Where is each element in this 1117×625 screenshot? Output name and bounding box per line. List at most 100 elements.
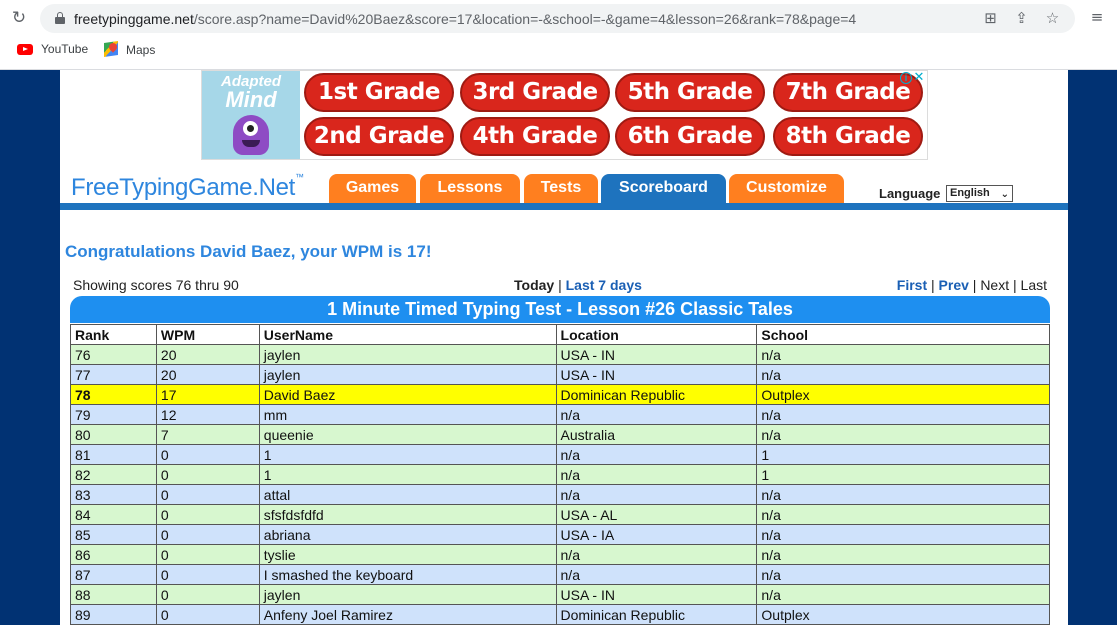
grade-button-2nd[interactable]: 2nd Grade	[304, 117, 454, 156]
pager-first-link[interactable]: First	[897, 277, 927, 293]
ad-close-icon[interactable]: ✕	[913, 71, 925, 84]
tab-tests[interactable]: Tests	[524, 174, 598, 203]
url-path: /score.asp?name=David%20Baez&score=17&lo…	[193, 11, 857, 27]
pagination: First | Prev | Next | Last	[897, 277, 1047, 293]
cell-school: n/a	[756, 524, 1050, 545]
cell-school: n/a	[756, 564, 1050, 585]
table-row: 88 0 jaylen USA - IN n/a	[70, 584, 1050, 605]
cell-location: n/a	[555, 564, 758, 585]
table-row: 81 0 1 n/a 1	[70, 444, 1050, 465]
grade-button-3rd[interactable]: 3rd Grade	[460, 73, 610, 112]
browser-chrome: ↻ freetypinggame.net/score.asp?name=Davi…	[0, 0, 1117, 70]
lock-icon[interactable]	[55, 12, 65, 24]
pager-next[interactable]: Next	[980, 277, 1009, 293]
cell-location: USA - IN	[555, 344, 758, 365]
cell-wpm: 17	[155, 384, 260, 405]
scores-table: Rank WPM UserName Location School 76 20 ja…	[70, 324, 1050, 625]
reading-list-icon[interactable]: ≡	[1089, 9, 1105, 25]
grade-button-8th[interactable]: 8th Grade	[773, 117, 923, 156]
cell-school: n/a	[756, 584, 1050, 605]
column-header-location: Location	[555, 324, 758, 345]
adapted-mind-logo[interactable]: Adapted Mind	[202, 71, 300, 159]
cell-rank: 79	[70, 404, 157, 425]
cell-school: n/a	[756, 484, 1050, 505]
reload-icon[interactable]: ↻	[10, 9, 28, 27]
cell-rank: 85	[70, 524, 157, 545]
language-label: Language	[879, 186, 941, 201]
translate-icon[interactable]: ⊞	[981, 9, 1000, 28]
cell-school: Outplex	[756, 384, 1050, 405]
cell-location: USA - AL	[555, 504, 758, 525]
tab-games[interactable]: Games	[329, 174, 416, 203]
cell-rank: 81	[70, 444, 157, 465]
maps-icon	[104, 41, 119, 58]
cell-location: Dominican Republic	[555, 604, 758, 625]
bookmark-label: Maps	[126, 43, 156, 57]
grade-button-5th[interactable]: 5th Grade	[615, 73, 765, 112]
trademark-mark: ™	[295, 172, 304, 182]
cell-wpm: 7	[155, 424, 260, 445]
ad-brand-bottom: Mind	[225, 87, 277, 112]
adchoices-icon[interactable]: i	[900, 72, 912, 84]
tab-lessons[interactable]: Lessons	[420, 174, 520, 203]
table-row: 86 0 tyslie n/a n/a	[70, 544, 1050, 565]
cell-username: David Baez	[258, 384, 557, 405]
column-header-wpm: WPM	[155, 324, 260, 345]
chevron-down-icon: ⌄	[1000, 189, 1009, 200]
column-header-username: UserName	[258, 324, 557, 345]
cell-username: attal	[258, 484, 557, 505]
cell-username: jaylen	[258, 364, 557, 385]
share-icon[interactable]: ⇪	[1012, 9, 1031, 28]
cell-rank: 78	[70, 384, 157, 405]
cell-school: n/a	[756, 364, 1050, 385]
table-row: 85 0 abriana USA - IA n/a	[70, 524, 1050, 545]
cell-school: n/a	[756, 344, 1050, 365]
site-logo[interactable]: FreeTypingGame.Net™	[71, 172, 304, 202]
table-row: 80 7 queenie Australia n/a	[70, 424, 1050, 445]
cell-location: n/a	[555, 464, 758, 485]
table-row: 89 0 Anfeny Joel Ramirez Dominican Republic…	[70, 604, 1050, 625]
cell-location: n/a	[555, 444, 758, 465]
cell-rank: 83	[70, 484, 157, 505]
youtube-icon	[17, 43, 33, 55]
table-row: 84 0 sfsfdsfdfd USA - AL n/a	[70, 504, 1050, 525]
bookmark-label: YouTube	[41, 42, 89, 56]
language-select[interactable]: English ⌄	[946, 185, 1013, 202]
grade-button-4th[interactable]: 4th Grade	[460, 117, 610, 156]
cell-username: 1	[258, 444, 557, 465]
site-logo-text: FreeTypingGame.Net	[71, 174, 296, 201]
cell-wpm: 0	[155, 584, 260, 605]
ad-banner[interactable]: Adapted Mind 1st Grade 3rd Grade 5th Gra…	[201, 70, 928, 160]
bookmark-maps[interactable]: Maps	[104, 41, 156, 58]
table-row: 79 12 mm n/a n/a	[70, 404, 1050, 425]
tab-customize[interactable]: Customize	[729, 174, 844, 203]
url-text[interactable]: freetypinggame.net/score.asp?name=David%…	[74, 11, 856, 27]
address-bar[interactable]: freetypinggame.net/score.asp?name=David%…	[40, 4, 1075, 33]
bookmark-star-icon[interactable]: ☆	[1043, 9, 1062, 28]
cell-wpm: 20	[155, 344, 260, 365]
grade-button-1st[interactable]: 1st Grade	[304, 73, 454, 112]
table-row: 76 20 jaylen USA - IN n/a	[70, 344, 1050, 365]
period-today[interactable]: Today	[514, 277, 554, 293]
grade-button-6th[interactable]: 6th Grade	[615, 117, 765, 156]
cell-wpm: 0	[155, 604, 260, 625]
cell-wpm: 0	[155, 564, 260, 585]
bookmark-youtube[interactable]: YouTube	[17, 42, 88, 56]
nav-divider	[60, 203, 1068, 210]
pager-prev-link[interactable]: Prev	[939, 277, 969, 293]
cell-school: 1	[756, 444, 1050, 465]
congrats-message: Congratulations David Baez, your WPM is …	[65, 242, 432, 261]
pager-last[interactable]: Last	[1021, 277, 1047, 293]
cell-rank: 88	[70, 584, 157, 605]
tab-scoreboard[interactable]: Scoreboard	[601, 174, 726, 203]
cell-username: abriana	[258, 524, 557, 545]
cell-wpm: 0	[155, 544, 260, 565]
cell-username: jaylen	[258, 344, 557, 365]
showing-scores-text: Showing scores 76 thru 90	[73, 277, 239, 293]
table-row: 77 20 jaylen USA - IN n/a	[70, 364, 1050, 385]
table-header-row: Rank WPM UserName Location School	[70, 324, 1050, 345]
cell-wpm: 0	[155, 464, 260, 485]
period-last7-link[interactable]: Last 7 days	[566, 277, 642, 293]
cell-username: 1	[258, 464, 557, 485]
cell-wpm: 0	[155, 504, 260, 525]
